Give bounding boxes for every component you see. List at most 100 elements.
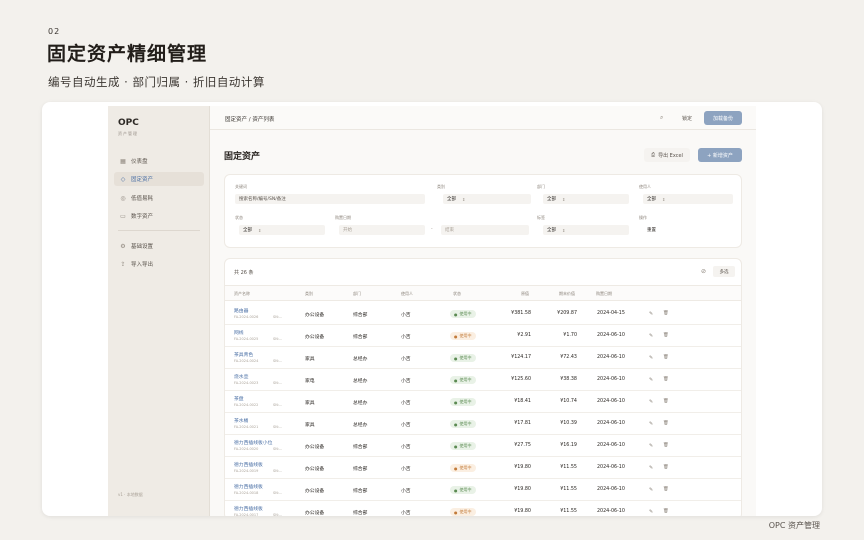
trash-icon[interactable]: 🗑 (663, 487, 669, 492)
table-row[interactable]: 网线 FA-2024-0025 SN:... 办公设备 综合部 小吉 ● 使用中 ¥2.91 ¥… (225, 325, 741, 347)
asset-purchase-date: 2024-06-10 (597, 487, 625, 492)
sidebar-item-dashboard[interactable]: ▦ 仪表盘 (114, 154, 204, 168)
sidebar-item-settings[interactable]: ⚙ 基础设置 (114, 239, 204, 253)
trash-icon[interactable]: 🗑 (663, 465, 669, 470)
table-row[interactable]: 德力西插线板 FA-2024-0018 SN:... 办公设备 综合部 小吉 ● 使用中 ¥1… (225, 479, 741, 501)
asset-net-value: ¥1.70 (563, 333, 577, 338)
asset-dept: 综合部 (353, 335, 368, 340)
asset-name-link[interactable]: 德力西插线板 (234, 461, 263, 468)
status-select[interactable]: 全部 ⇕ (239, 225, 325, 235)
asset-code: FA-2024-0020 (234, 447, 259, 451)
export-excel-button[interactable]: ⎙ 导出 Excel (644, 148, 690, 162)
status-text: 使用中 (459, 487, 472, 492)
table-row[interactable]: 茶具青色 FA-2024-0024 SN:... 家具 总经办 小吉 ● 使用中 ¥124.1… (225, 347, 741, 369)
asset-original-value: ¥19.80 (514, 465, 531, 470)
settings-icon: ⚙ (120, 242, 126, 250)
table-row[interactable]: 茶盘 FA-2024-0022 SN:... 家具 总经办 小吉 ● 使用中 ¥18.41 ¥1… (225, 391, 741, 413)
load-backup-button[interactable]: 加载备份 (704, 111, 742, 125)
asset-purchase-date: 2024-04-15 (597, 311, 625, 316)
search-icon[interactable]: ⌕ (660, 114, 663, 122)
add-asset-button[interactable]: + 新增资产 (698, 148, 742, 162)
trash-icon[interactable]: 🗑 (663, 377, 669, 382)
trash-icon[interactable]: 🗑 (663, 355, 669, 360)
lock-button[interactable]: 锁定 (682, 115, 692, 122)
status-text: 使用中 (459, 509, 472, 514)
date-end-input[interactable]: 结束 (441, 225, 529, 235)
multi-select-button[interactable]: 多选 (713, 266, 735, 277)
keyword-input[interactable]: 搜索名称/编号/SN/备注 (235, 194, 425, 204)
asset-dept: 综合部 (353, 467, 368, 472)
asset-name-link[interactable]: 茶具青色 (234, 351, 253, 358)
asset-category: 办公设备 (305, 313, 325, 318)
app-window: OPC 资产管理 ▦ 仪表盘 ◇ 固定资产 ◎ 低值易耗 ▭ 数字资产 ⚙ 基础… (108, 106, 756, 516)
asset-code: FA-2024-0019 (234, 469, 259, 473)
trash-icon[interactable]: 🗑 (663, 311, 669, 316)
asset-dept: 综合部 (353, 489, 368, 494)
edit-icon[interactable]: ✎ (649, 355, 653, 361)
trash-icon[interactable]: 🗑 (663, 421, 669, 426)
table-row[interactable]: 德力西插线板 FA-2024-0017 SN:... 办公设备 综合部 小吉 ● 使用中 ¥1… (225, 501, 741, 516)
table-row[interactable]: 德力西插线板 FA-2024-0019 SN:... 办公设备 综合部 小吉 ● 使用中 ¥1… (225, 457, 741, 479)
asset-name-link[interactable]: 德力西插线板 (234, 483, 263, 490)
asset-name-link[interactable]: 烧水壶 (234, 373, 248, 380)
asset-name-link[interactable]: 网线 (234, 329, 244, 336)
status-text: 使用中 (459, 311, 472, 316)
edit-icon[interactable]: ✎ (649, 443, 653, 449)
col-status: 状态 (453, 291, 461, 296)
edit-icon[interactable]: ✎ (649, 509, 653, 515)
sidebar-item-fixed-assets[interactable]: ◇ 固定资产 (114, 172, 204, 186)
asset-original-value: ¥27.75 (514, 443, 531, 448)
edit-icon[interactable]: ✎ (649, 333, 653, 339)
trash-icon[interactable]: 🗑 (663, 443, 669, 448)
asset-user: 小吉 (401, 423, 411, 428)
chevron-down-icon: ⇕ (662, 196, 666, 202)
edit-icon[interactable]: ✎ (649, 311, 653, 317)
edit-icon[interactable]: ✎ (649, 399, 653, 405)
asset-name-link[interactable]: 茶水桶 (234, 417, 248, 424)
reset-button[interactable]: 重置 (643, 225, 667, 235)
asset-name-link[interactable]: 茶盘 (234, 395, 244, 402)
user-value: 全部 (647, 197, 656, 202)
category-value: 全部 (447, 197, 456, 202)
col-original-value: 原值 (521, 291, 529, 296)
tag-select[interactable]: 全部 ⇕ (543, 225, 629, 235)
edit-icon[interactable]: ✎ (649, 377, 653, 383)
asset-net-value: ¥10.74 (560, 399, 577, 404)
asset-original-value: ¥19.80 (514, 509, 531, 514)
package-icon: ◎ (120, 194, 126, 202)
edit-icon[interactable]: ✎ (649, 421, 653, 427)
asset-sn: SN:... (273, 513, 283, 516)
asset-name-link[interactable]: 路由器 (234, 307, 248, 314)
trash-icon[interactable]: 🗑 (663, 509, 669, 514)
sidebar-item-label: 仪表盘 (131, 159, 148, 165)
chevron-down-icon: ⇕ (562, 227, 566, 233)
table-row[interactable]: 烧水壶 FA-2024-0023 SN:... 家电 总经办 小吉 ● 使用中 ¥125.60… (225, 369, 741, 391)
status-badge: ● 使用中 (450, 332, 476, 340)
sidebar-item-digital-assets[interactable]: ▭ 数字资产 (114, 209, 204, 223)
status-badge: ● 使用中 (450, 310, 476, 318)
asset-dept: 总经办 (353, 379, 368, 384)
user-select[interactable]: 全部 ⇕ (643, 194, 733, 204)
status-text: 使用中 (459, 443, 472, 448)
export-icon: ⎙ (651, 152, 656, 158)
sidebar-item-consumables[interactable]: ◎ 低值易耗 (114, 191, 204, 205)
table-row[interactable]: 德力西插线板小位 FA-2024-0020 SN:... 办公设备 综合部 小吉 ● 使用中… (225, 435, 741, 457)
table-row[interactable]: 路由器 FA-2024-0026 SN:... 办公设备 综合部 小吉 ● 使用中 ¥381.… (225, 303, 741, 325)
check-circle-icon[interactable]: ⊘ (701, 268, 706, 275)
status-badge: ● 使用中 (450, 420, 476, 428)
table-row[interactable]: 茶水桶 FA-2024-0021 SN:... 家具 总经办 小吉 ● 使用中 ¥17.81 ¥… (225, 413, 741, 435)
sidebar-item-import-export[interactable]: ⇪ 导入导出 (114, 257, 204, 271)
asset-name-link[interactable]: 德力西插线板 (234, 505, 263, 512)
trash-icon[interactable]: 🗑 (663, 399, 669, 404)
breadcrumb: 固定资产 / 资产列表 (225, 117, 275, 123)
record-count: 共 26 条 (234, 270, 254, 276)
asset-name-link[interactable]: 德力西插线板小位 (234, 439, 272, 446)
asset-original-value: ¥19.80 (514, 487, 531, 492)
category-select[interactable]: 全部 ⇕ (443, 194, 531, 204)
asset-original-value: ¥125.60 (511, 377, 531, 382)
dept-select[interactable]: 全部 ⇕ (543, 194, 629, 204)
trash-icon[interactable]: 🗑 (663, 333, 669, 338)
date-start-input[interactable]: 开始 (339, 225, 425, 235)
edit-icon[interactable]: ✎ (649, 465, 653, 471)
edit-icon[interactable]: ✎ (649, 487, 653, 493)
